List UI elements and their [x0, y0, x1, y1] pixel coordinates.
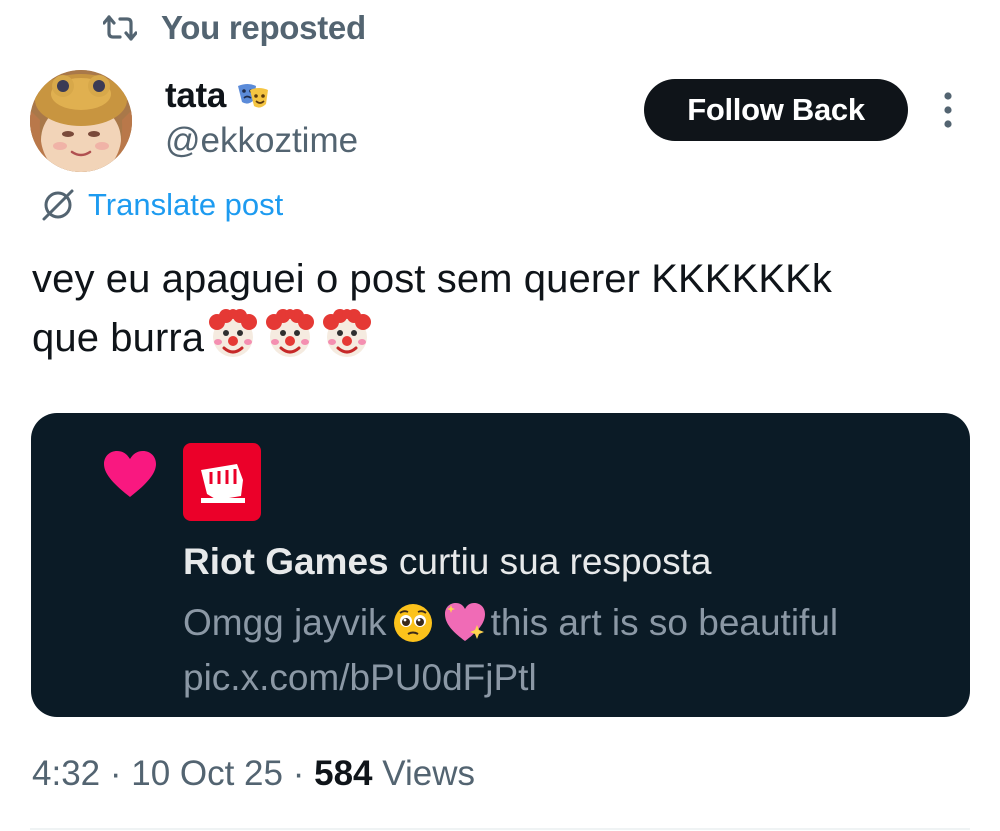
display-name[interactable]: tata — [165, 76, 226, 116]
notification-text: Riot Games curtiu sua resposta — [183, 541, 712, 583]
pleading-face-icon — [393, 604, 432, 642]
views-label: Views — [372, 754, 475, 793]
embedded-notification-image[interactable]: Riot Games curtiu sua resposta Omgg jayv… — [31, 413, 970, 717]
more-vertical-icon[interactable] — [936, 90, 960, 130]
repost-icon — [103, 15, 137, 41]
views-count[interactable]: 584 — [314, 754, 372, 793]
reply-media-link[interactable]: pic.x.com/bPU0dFjPtl — [183, 657, 537, 699]
repost-indicator: You reposted — [103, 8, 366, 48]
clown-face-icon — [266, 309, 315, 357]
post-line-2: que burra — [32, 316, 205, 360]
reply-text-start: Omgg jayvik — [183, 602, 387, 643]
reply-preview: Omgg jayvik this art is so beautiful — [183, 601, 838, 645]
post-meta: 4:32 · 10 Oct 25 · 584 Views — [32, 754, 475, 794]
translate-post-link[interactable]: Translate post — [40, 184, 283, 226]
notification-action: curtiu sua resposta — [388, 541, 712, 582]
notification-sender: Riot Games — [183, 541, 389, 582]
author-handle[interactable]: @ekkoztime — [165, 118, 358, 164]
repost-label: You reposted — [161, 9, 366, 46]
meta-separator: · — [283, 754, 315, 793]
post-date[interactable]: 10 Oct 25 — [131, 754, 283, 793]
avatar[interactable] — [30, 70, 132, 172]
follow-back-button[interactable]: Follow Back — [644, 79, 908, 141]
heart-icon — [104, 451, 156, 497]
translate-icon — [42, 189, 74, 221]
clown-face-icon — [209, 309, 258, 357]
performing-arts-icon — [238, 84, 269, 108]
post-body: vey eu apaguei o post sem querer KKKKKKk… — [32, 250, 982, 367]
author-name-row[interactable]: tata — [165, 72, 270, 120]
riot-games-logo-icon — [183, 443, 261, 521]
post-time[interactable]: 4:32 — [32, 754, 100, 793]
translate-label[interactable]: Translate post — [88, 187, 283, 223]
reply-text-end: this art is so beautiful — [490, 602, 839, 643]
post-detail: You reposted tata @ekkoztime Follow Back… — [0, 0, 1000, 831]
meta-separator: · — [100, 754, 132, 793]
sparkling-heart-icon — [444, 603, 485, 641]
post-line-1: vey eu apaguei o post sem querer KKKKKKk — [32, 257, 833, 301]
divider — [30, 828, 970, 830]
clown-face-icon — [323, 309, 372, 357]
